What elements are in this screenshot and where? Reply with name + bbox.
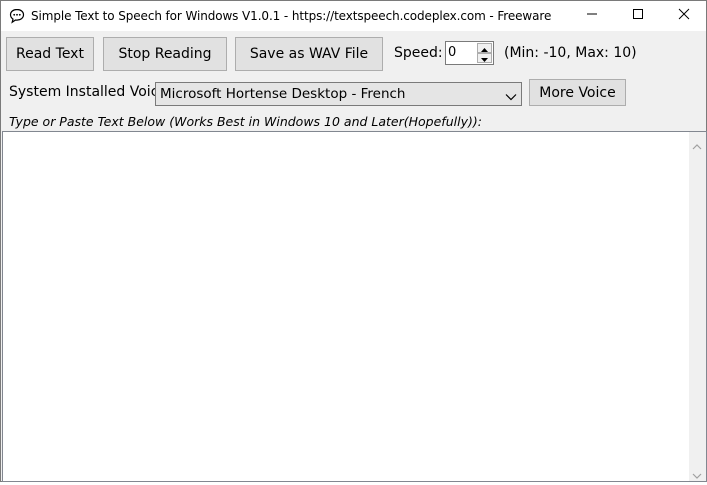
minimize-button[interactable] [569, 1, 615, 31]
vertical-scrollbar[interactable] [689, 132, 706, 481]
chevron-down-icon [481, 49, 488, 67]
minimize-icon [586, 7, 598, 25]
window-title: Simple Text to Speech for Windows V1.0.1… [31, 9, 552, 23]
maximize-icon [632, 7, 644, 25]
speed-stepper[interactable]: 0 [445, 41, 494, 65]
read-text-button[interactable]: Read Text [6, 37, 94, 71]
close-icon [678, 7, 690, 25]
title-bar[interactable]: Simple Text to Speech for Windows V1.0.1… [1, 1, 706, 31]
stepper-down-button[interactable] [477, 53, 492, 63]
voice-label: System Installed Voice [9, 84, 168, 100]
save-wav-button[interactable]: Save as WAV File [235, 37, 383, 71]
stop-reading-button[interactable]: Stop Reading [103, 37, 227, 71]
scroll-down-icon[interactable] [692, 467, 702, 479]
stepper-buttons [477, 43, 492, 63]
speech-bubble-icon [9, 8, 25, 24]
voice-select[interactable]: Microsoft Hortense Desktop - French [155, 82, 522, 106]
more-voice-button[interactable]: More Voice [529, 79, 626, 106]
speed-value[interactable]: 0 [448, 45, 456, 60]
chevron-down-icon[interactable] [505, 89, 517, 101]
scroll-up-icon[interactable] [692, 138, 702, 150]
close-button[interactable] [661, 1, 707, 31]
speed-label: Speed: [394, 45, 443, 61]
maximize-button[interactable] [615, 1, 661, 31]
text-input-area[interactable] [2, 131, 707, 482]
voice-selected-value: Microsoft Hortense Desktop - French [160, 86, 406, 102]
app-window: Simple Text to Speech for Windows V1.0.1… [0, 0, 707, 482]
speed-range-label: (Min: -10, Max: 10) [504, 45, 637, 61]
editor-hint: Type or Paste Text Below (Works Best in … [9, 114, 482, 129]
